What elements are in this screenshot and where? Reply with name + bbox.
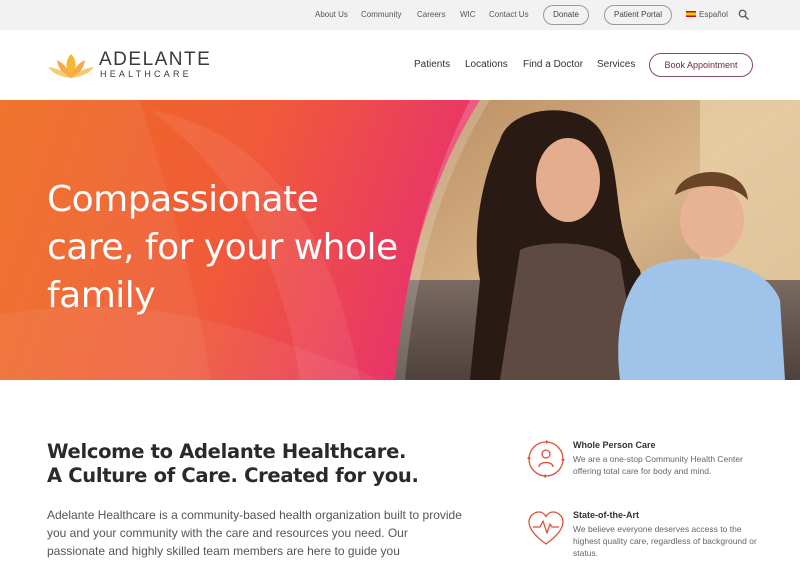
donate-button[interactable]: Donate	[543, 5, 589, 25]
hero-title: Compassionate care, for your whole famil…	[47, 179, 398, 316]
feature-title: State-of-the-Art	[573, 510, 639, 520]
language-label: Español	[699, 10, 728, 19]
nav-patients[interactable]: Patients	[414, 59, 450, 71]
language-switch[interactable]: Español	[686, 10, 728, 20]
welcome-body: Adelante Healthcare is a community-based…	[47, 508, 462, 558]
book-appointment-button[interactable]: Book Appointment	[649, 53, 753, 77]
spain-flag-icon	[686, 11, 696, 18]
utility-bar: About Us Community Careers WIC Contact U…	[0, 0, 800, 30]
util-link-careers[interactable]: Careers	[417, 10, 445, 20]
feature-title: Whole Person Care	[573, 440, 656, 450]
feature-text: We believe everyone deserves access to t…	[573, 524, 757, 558]
patient-portal-button[interactable]: Patient Portal	[604, 5, 672, 25]
main-header: ADELANTE HEALTHCARE Patients Locations F…	[0, 30, 800, 100]
feature-text: We are a one-stop Community Health Cente…	[573, 454, 743, 476]
welcome-heading-line-1: Welcome to Adelante Healthcare.	[47, 440, 407, 463]
util-link-about[interactable]: About Us	[315, 10, 348, 20]
feature-whole-person-care: Whole Person Care We are a one-stop Comm…	[527, 440, 767, 480]
welcome-heading-line-2: A Culture of Care. Created for you.	[47, 464, 419, 487]
lotus-logo-icon	[48, 54, 94, 78]
util-link-community[interactable]: Community	[361, 10, 401, 20]
logo[interactable]: ADELANTE HEALTHCARE	[47, 48, 210, 82]
nav-locations[interactable]: Locations	[465, 59, 508, 71]
util-link-wic[interactable]: WIC	[460, 10, 476, 20]
logo-subtitle: HEALTHCARE	[100, 69, 192, 79]
util-link-contact[interactable]: Contact Us	[489, 10, 529, 20]
logo-name: ADELANTE	[99, 49, 212, 70]
nav-services[interactable]: Services	[597, 59, 635, 71]
welcome-heading: Welcome to Adelante Healthcare. A Cultur…	[47, 440, 477, 488]
person-cycle-icon	[527, 440, 565, 478]
heartbeat-icon	[528, 511, 564, 545]
nav-find-doctor[interactable]: Find a Doctor	[523, 59, 583, 71]
hero-banner: Compassionate care, for your whole famil…	[0, 100, 800, 380]
search-icon[interactable]	[738, 9, 749, 20]
feature-state-of-the-art: State-of-the-Art We believe everyone des…	[527, 510, 767, 558]
